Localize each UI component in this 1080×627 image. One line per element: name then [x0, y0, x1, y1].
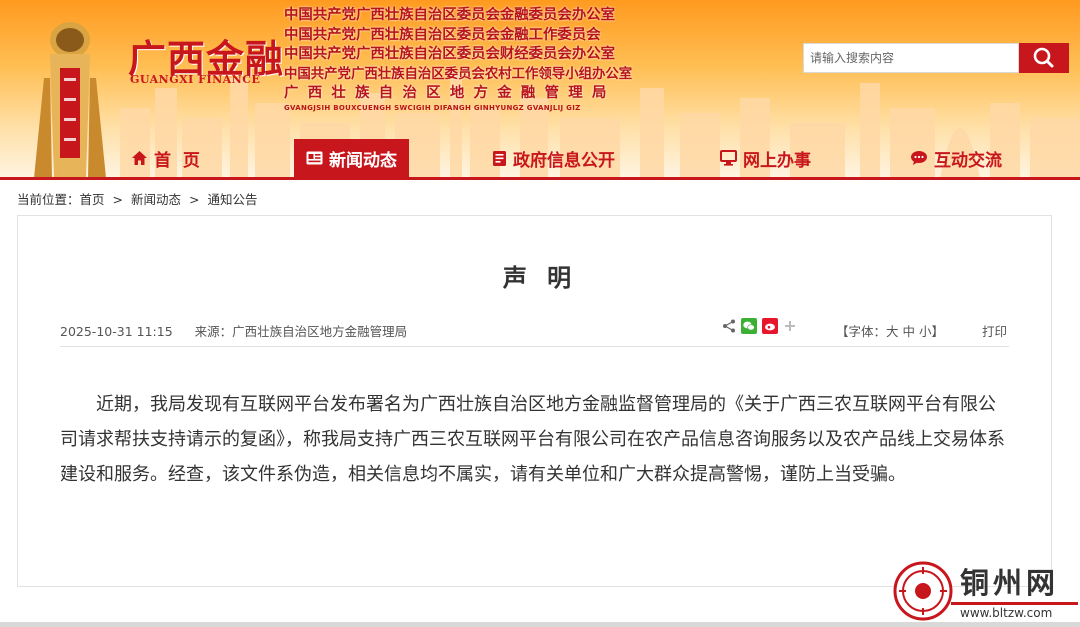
org-name-1: 中国共产党广西壮族自治区委员会金融委员会办公室	[284, 7, 615, 23]
watermark-name: 铜州网	[960, 566, 1060, 600]
organization-names: 中国共产党广西壮族自治区委员会金融委员会办公室 中国共产党广西壮族自治区委员会金…	[284, 6, 684, 113]
nav-gov-info-label: 政府信息公开	[513, 150, 615, 171]
nav-online-service-label: 网上办事	[743, 150, 811, 171]
org-name-4: 中国共产党广西壮族自治区委员会农村工作领导小组办公室	[284, 66, 633, 82]
search-box	[803, 43, 1069, 73]
weibo-icon[interactable]	[762, 318, 778, 334]
newspaper-icon	[306, 151, 323, 165]
breadcrumb-news[interactable]: 新闻动态	[131, 192, 181, 207]
site-logo-subtitle: GUANGXI FINANCE	[130, 73, 261, 86]
font-size-large[interactable]: 大	[886, 324, 899, 339]
article-body: 近期，我局发现有互联网平台发布署名为广西壮族自治区地方金融监督管理局的《关于广西…	[60, 394, 1005, 485]
breadcrumb-prefix: 当前位置：	[17, 192, 80, 207]
breadcrumb-home[interactable]: 首页	[80, 192, 105, 207]
header-divider	[0, 177, 1080, 180]
site-header: 广西金融 GUANGXI FINANCE 中国共产党广西壮族自治区委员会金融委员…	[0, 0, 1080, 178]
nav-news[interactable]: 新闻动态	[294, 139, 409, 177]
breadcrumb-notices[interactable]: 通知公告	[207, 192, 257, 207]
footer-strip	[0, 622, 1080, 627]
article-title: 声 明	[502, 264, 578, 292]
meta-divider	[60, 346, 1009, 347]
nav-home-label: 首 页	[154, 150, 200, 171]
nav-interaction[interactable]: 互动交流	[910, 139, 1002, 177]
breadcrumb-separator: >	[188, 192, 200, 207]
main-nav: 首 页 新闻动态 政府信息公开 网上办事 互动交流	[0, 139, 1080, 177]
nav-news-label: 新闻动态	[329, 150, 397, 171]
monitor-icon	[720, 150, 737, 166]
search-button[interactable]	[1019, 43, 1069, 73]
article-date: 2025-10-31 11:15	[60, 324, 173, 339]
font-size-close: 】	[931, 324, 945, 339]
org-name-zhuang: GVANGJSIH BOUXCUENGH SWCIGIH DIFANGH GIN…	[284, 103, 581, 112]
watermark-url: www.bltzw.com	[960, 606, 1053, 620]
nav-online-service[interactable]: 网上办事	[720, 139, 811, 177]
print-link[interactable]: 打印	[982, 321, 1007, 340]
wechat-icon[interactable]	[741, 318, 757, 334]
plus-icon[interactable]	[783, 319, 797, 333]
search-input[interactable]	[803, 43, 1019, 73]
document-icon	[493, 150, 506, 166]
nav-interaction-label: 互动交流	[934, 150, 1002, 171]
search-icon	[1033, 47, 1054, 68]
article-meta: 2025-10-31 11:15 来源：广西壮族自治区地方金融管理局	[60, 321, 407, 340]
home-icon	[132, 151, 147, 165]
org-name-2: 中国共产党广西壮族自治区委员会金融工作委员会	[284, 26, 601, 43]
breadcrumb: 当前位置：首页 > 新闻动态 > 通知公告	[17, 189, 261, 208]
org-name-3: 中国共产党广西壮族自治区委员会财经委员会办公室	[284, 46, 615, 63]
font-size-medium[interactable]: 中	[903, 324, 916, 339]
font-size-switcher: 【字体：大 中 小】	[836, 321, 944, 340]
share-bar	[722, 318, 797, 334]
article-source: 来源：广西壮族自治区地方金融管理局	[194, 324, 408, 339]
chat-icon	[911, 151, 927, 165]
breadcrumb-separator: >	[112, 192, 123, 207]
nav-gov-info[interactable]: 政府信息公开	[492, 139, 615, 177]
nav-home[interactable]: 首 页	[131, 139, 200, 177]
font-size-label: 【字体：	[836, 324, 887, 339]
font-size-small[interactable]: 小	[919, 324, 932, 339]
org-name-5: 广西壮族自治区地方金融管理局	[284, 85, 616, 102]
share-icon[interactable]	[722, 319, 736, 333]
